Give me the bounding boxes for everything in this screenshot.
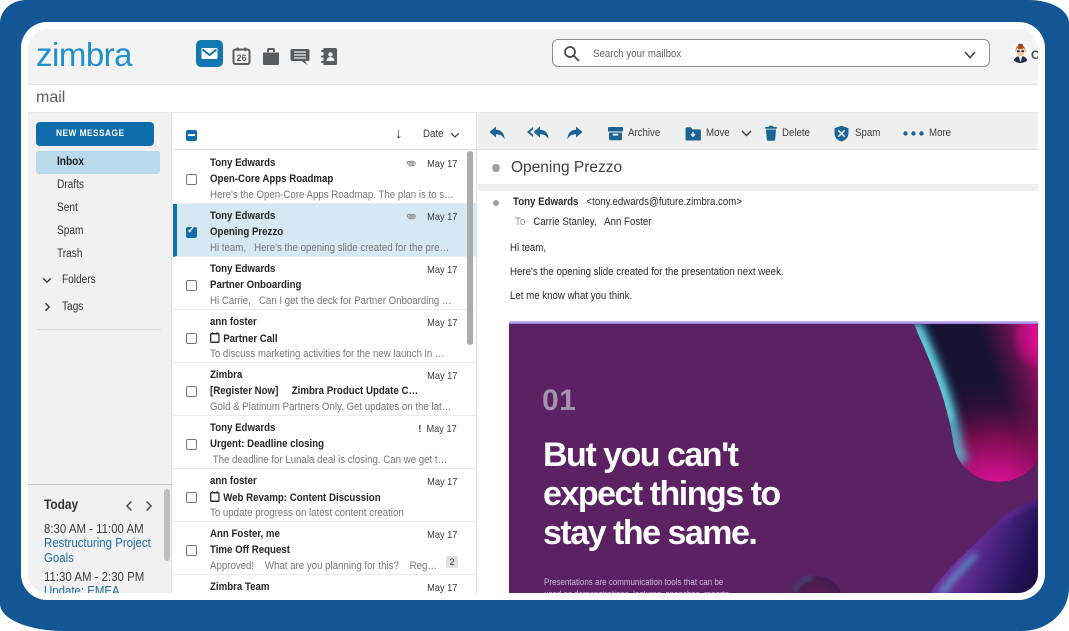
svg-text:26: 26 bbox=[236, 53, 246, 63]
